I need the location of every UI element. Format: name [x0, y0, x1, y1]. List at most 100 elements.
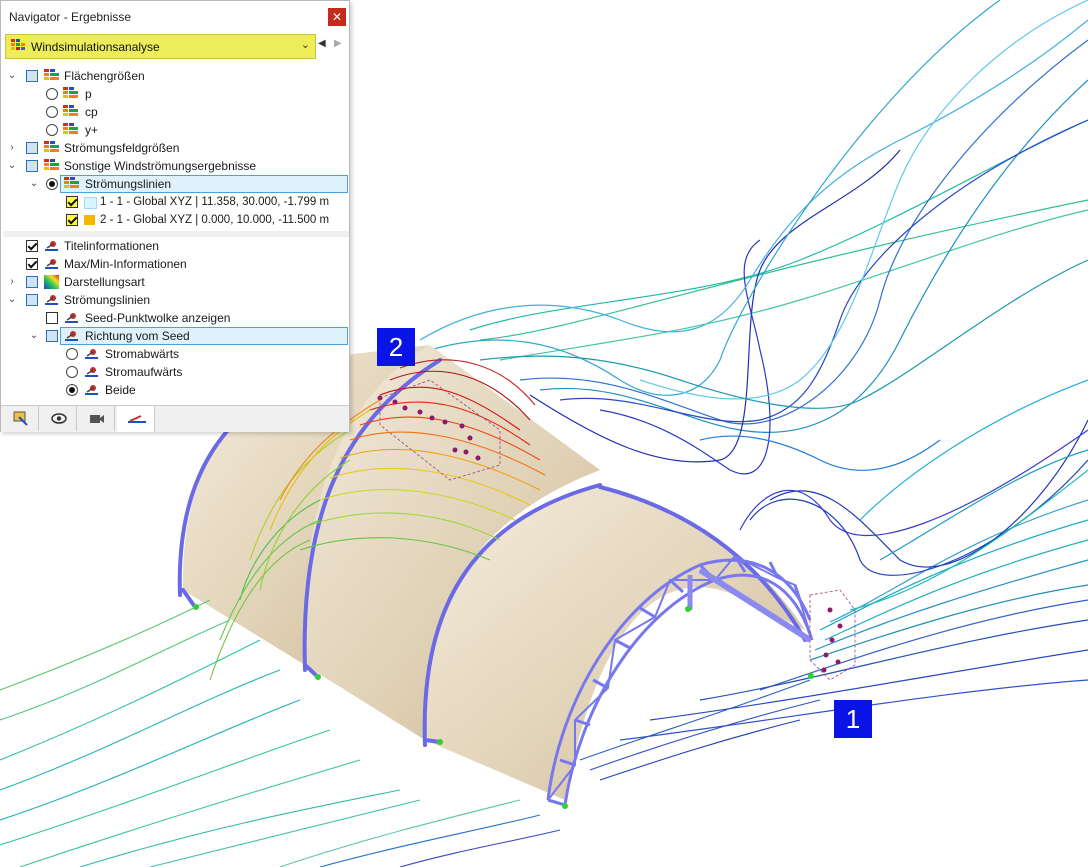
tree-item-line2[interactable]: 2 - 1 - Global XYZ | 0.000, 10.000, -11.…	[2, 211, 342, 229]
callout-badge-2: 2	[377, 328, 415, 366]
checkbox[interactable]	[46, 312, 58, 324]
tree-item-line1[interactable]: 1 - 1 - Global XYZ | 11.358, 30.000, -1.…	[2, 193, 342, 211]
callout-badge-1: 1	[834, 700, 872, 738]
tree-item-flaechengroessen[interactable]: ⌄ Flächengrößen	[2, 67, 342, 85]
chevron-down-icon[interactable]: ⌄	[6, 291, 18, 309]
radio-button[interactable]	[66, 384, 78, 396]
next-arrow-icon[interactable]: ▶	[334, 38, 342, 49]
chevron-down-icon[interactable]: ⌄	[28, 175, 40, 193]
display-settings-icon	[85, 367, 98, 377]
data-navigator-icon	[13, 411, 28, 426]
tree-item-sonstige[interactable]: ⌄ Sonstige Windströmungsergebnisse	[2, 157, 342, 175]
tab-views[interactable]	[77, 406, 115, 431]
display-settings-icon	[45, 259, 58, 269]
checkbox[interactable]	[26, 258, 38, 270]
checkbox[interactable]	[26, 160, 38, 172]
combo-nav-arrows: ◀ ▶	[318, 37, 346, 57]
tree-item-richtung[interactable]: ⌄ Richtung vom Seed	[2, 327, 342, 345]
rainbow-gradient-icon	[44, 275, 59, 289]
results-type-combobox[interactable]: Windsimulationsanalyse ⌄	[5, 34, 316, 59]
results-icon	[63, 87, 78, 98]
checkbox[interactable]	[26, 240, 38, 252]
checkbox[interactable]	[26, 276, 38, 288]
tree-label: Sonstige Windströmungsergebnisse	[64, 159, 257, 173]
tree-label: Strömungslinien	[85, 177, 172, 191]
chevron-down-icon[interactable]: ⌄	[301, 38, 310, 51]
tree-label: Titelinformationen	[64, 239, 159, 253]
navigator-panel: Navigator - Ergebnisse ✕ Windsimulations…	[0, 0, 350, 432]
tree-item-yplus[interactable]: y+	[2, 121, 342, 139]
tree-label: y+	[85, 123, 99, 137]
navigator-titlebar: Navigator - Ergebnisse ✕	[1, 1, 349, 33]
tree-label: Darstellungsart	[64, 275, 145, 289]
tree-label: Strömungslinien	[64, 293, 151, 307]
radio-button[interactable]	[66, 348, 78, 360]
navigator-tabs	[1, 405, 349, 432]
tree-label: p	[85, 87, 92, 101]
chevron-down-icon[interactable]: ⌄	[6, 157, 18, 175]
radio-button[interactable]	[46, 88, 58, 100]
checkbox[interactable]	[66, 196, 78, 208]
tree-label: Flächengrößen	[64, 69, 145, 83]
tree-item-stroemungslinien-2[interactable]: ⌄ Strömungslinien	[2, 291, 342, 309]
results-icon	[63, 123, 78, 134]
tree-label: 1 - 1 - Global XYZ | 11.358, 30.000, -1.…	[100, 196, 330, 208]
tree-item-titelinformationen[interactable]: Titelinformationen	[2, 237, 342, 255]
eye-icon	[51, 413, 67, 424]
tab-data[interactable]	[1, 406, 39, 431]
tree-label: Beide	[105, 383, 136, 397]
display-settings-icon	[45, 241, 58, 251]
checkbox[interactable]	[26, 142, 38, 154]
results-icon	[63, 105, 78, 116]
tree-item-stroemungslinien-content[interactable]: ⌄ Strömungslinien	[2, 175, 342, 193]
line1-swatch	[84, 197, 97, 209]
results-icon	[44, 141, 59, 152]
previous-arrow-icon[interactable]: ◀	[318, 38, 326, 49]
radio-button[interactable]	[66, 366, 78, 378]
display-settings-icon	[45, 295, 58, 305]
window-title: Navigator - Ergebnisse	[9, 10, 132, 24]
tree-item-darstellungsart[interactable]: › Darstellungsart	[2, 273, 342, 291]
checkbox[interactable]	[26, 70, 38, 82]
tree-item-beide[interactable]: Beide	[2, 381, 342, 399]
tree-item-p[interactable]: p	[2, 85, 342, 103]
checkbox[interactable]	[46, 330, 58, 342]
checkbox[interactable]	[66, 214, 78, 226]
results-settings-icon	[128, 415, 146, 423]
tab-results[interactable]	[117, 406, 155, 432]
results-icon	[44, 69, 59, 80]
tree-label: Max/Min-Informationen	[64, 257, 187, 271]
display-settings-icon	[65, 313, 78, 323]
display-settings-icon	[65, 331, 78, 341]
tree-label: Richtung vom Seed	[85, 329, 190, 343]
tree-item-cp[interactable]: cp	[2, 103, 342, 121]
tree-label: Stromaufwärts	[105, 365, 183, 379]
tree-item-seed-punktwolke[interactable]: Seed-Punktwolke anzeigen	[2, 309, 342, 327]
display-settings-icon	[85, 349, 98, 359]
results-icon	[44, 159, 59, 170]
chevron-right-icon[interactable]: ›	[6, 273, 18, 291]
tree-label: 2 - 1 - Global XYZ | 0.000, 10.000, -11.…	[100, 214, 330, 226]
radio-button[interactable]	[46, 124, 58, 136]
navigator-tree: ⌄ Flächengrößen p cp y+ › Strömungsfeldg…	[2, 64, 349, 402]
tree-label: Seed-Punktwolke anzeigen	[85, 311, 231, 325]
camera-icon	[90, 415, 104, 423]
radio-button[interactable]	[46, 178, 58, 190]
close-icon[interactable]: ✕	[328, 8, 346, 26]
seed-cloud-box-front	[809, 589, 856, 681]
radio-button[interactable]	[46, 106, 58, 118]
results-icon	[11, 39, 25, 50]
chevron-right-icon[interactable]: ›	[6, 139, 18, 157]
tree-item-stromabwaerts[interactable]: Stromabwärts	[2, 345, 342, 363]
tab-display[interactable]	[39, 406, 77, 431]
chevron-down-icon[interactable]: ⌄	[6, 67, 18, 85]
tree-item-stroemungsfeldgroessen[interactable]: › Strömungsfeldgrößen	[2, 139, 342, 157]
tree-label: cp	[85, 105, 98, 119]
line2-swatch	[84, 215, 95, 225]
checkbox[interactable]	[26, 294, 38, 306]
tree-item-maxmin[interactable]: Max/Min-Informationen	[2, 255, 342, 273]
results-icon	[64, 177, 79, 188]
display-settings-icon	[85, 385, 98, 395]
tree-item-stromaufwaerts[interactable]: Stromaufwärts	[2, 363, 342, 381]
chevron-down-icon[interactable]: ⌄	[28, 327, 40, 345]
